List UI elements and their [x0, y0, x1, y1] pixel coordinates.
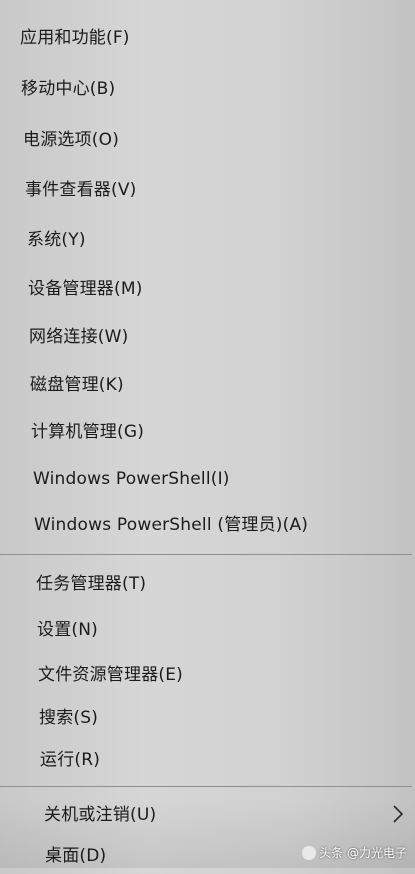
menu-item-powershell-admin[interactable]: Windows PowerShell (管理员)(A): [34, 507, 308, 543]
menu-separator: [0, 554, 412, 555]
menu-item-apps-features[interactable]: 应用和功能(F): [20, 20, 130, 56]
chevron-right-icon[interactable]: [389, 803, 407, 825]
watermark-logo-icon: [302, 845, 317, 860]
menu-item-mobility-center[interactable]: 移动中心(B): [21, 71, 115, 107]
menu-item-powershell[interactable]: Windows PowerShell(I): [33, 461, 230, 497]
menu-separator: [0, 786, 412, 787]
menu-item-event-viewer[interactable]: 事件查看器(V): [25, 172, 137, 208]
watermark-text: 头条 @力光电子: [319, 846, 407, 860]
menu-item-task-manager[interactable]: 任务管理器(T): [36, 566, 146, 602]
menu-item-disk-management[interactable]: 磁盘管理(K): [30, 367, 124, 403]
menu-item-device-manager[interactable]: 设备管理器(M): [28, 271, 143, 307]
menu-item-search[interactable]: 搜索(S): [39, 700, 98, 736]
watermark: 头条 @力光电子: [302, 842, 407, 864]
menu-item-network-connections[interactable]: 网络连接(W): [29, 319, 128, 355]
menu-item-desktop[interactable]: 桌面(D): [45, 838, 106, 874]
menu-item-run[interactable]: 运行(R): [40, 742, 100, 778]
context-menu: 应用和功能(F) 移动中心(B) 电源选项(O) 事件查看器(V) 系统(Y) …: [0, 0, 415, 868]
menu-item-computer-management[interactable]: 计算机管理(G): [31, 414, 144, 450]
menu-item-file-explorer[interactable]: 文件资源管理器(E): [38, 657, 183, 693]
menu-item-settings[interactable]: 设置(N): [37, 612, 98, 648]
menu-item-system[interactable]: 系统(Y): [27, 222, 86, 258]
menu-item-shutdown-signout[interactable]: 关机或注销(U): [44, 797, 156, 833]
menu-item-power-options[interactable]: 电源选项(O): [23, 122, 119, 158]
